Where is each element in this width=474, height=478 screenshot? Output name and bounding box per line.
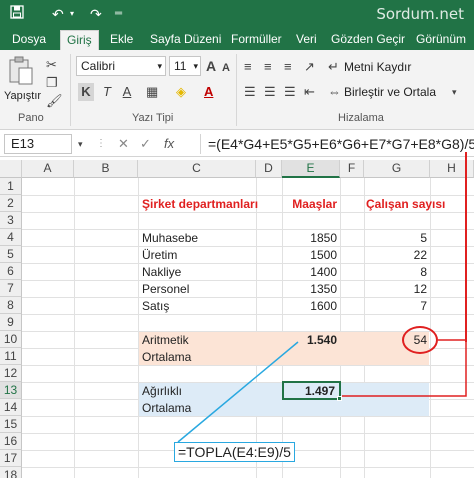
separator <box>200 134 201 154</box>
chevron-down-icon: ▾ <box>157 61 162 71</box>
align-bottom-icon[interactable]: ≡ <box>284 58 292 76</box>
font-group-label: Yazı Tipi <box>132 112 174 124</box>
align-left-icon[interactable]: ☰ <box>244 83 256 101</box>
customize-toolbar-icon[interactable]: ═ <box>115 5 122 23</box>
cancel-icon[interactable]: ✕ <box>118 135 129 153</box>
align-center-icon[interactable]: ☰ <box>264 83 276 101</box>
align-right-icon[interactable]: ☰ <box>284 83 296 101</box>
clipboard-group-label: Pano <box>18 112 44 124</box>
fill-color-icon[interactable]: ◈ <box>176 83 186 101</box>
title-bar: ↶ ▾ ↷ ═ Sordum.net <box>0 0 474 28</box>
watermark: Sordum.net <box>376 5 464 23</box>
font-size-field[interactable]: 11 ▾ <box>169 56 201 76</box>
format-painter-icon[interactable]: 🖌 <box>46 92 63 110</box>
merge-center-button[interactable]: Birleştir ve Ortala <box>344 82 436 102</box>
alignment-group-label: Hizalama <box>338 112 384 124</box>
name-box[interactable]: E13 <box>4 134 72 154</box>
grow-font-icon[interactable]: A <box>206 57 216 75</box>
tab-giris[interactable]: Giriş <box>60 30 99 50</box>
ribbon-tabs: Dosya Giriş Ekle Sayfa Düzeni Formüller … <box>0 28 474 50</box>
paste-icon[interactable] <box>8 56 34 89</box>
save-icon[interactable] <box>10 5 24 23</box>
tab-dosya[interactable]: Dosya <box>6 30 52 50</box>
font-name-value: Calibri <box>81 59 116 73</box>
wrap-text-button[interactable]: Metni Kaydır <box>344 57 411 77</box>
orientation-icon[interactable]: ↗ <box>304 58 315 76</box>
annotation-lines <box>177 339 467 443</box>
formula-callout: =TOPLA(E4:E9)/5 <box>174 442 295 462</box>
tab-sayfa-duzeni[interactable]: Sayfa Düzeni <box>144 30 227 50</box>
align-middle-icon[interactable]: ≡ <box>264 58 272 76</box>
redo-icon[interactable]: ↷ <box>90 5 102 23</box>
annotation-connector <box>465 152 467 342</box>
font-name-field[interactable]: Calibri ▾ <box>76 56 166 76</box>
font-size-value: 11 <box>174 59 187 73</box>
formula-bar: E13 ▾ ⋮ ✕ ✓ fx =(E4*G4+E5*G5+E6*G6+E7*G7… <box>0 131 474 157</box>
font-color-icon[interactable]: A <box>204 83 213 101</box>
formula-input[interactable]: =(E4*G4+E5*G5+E6*G6+E7*G7+E8*G8)/54 <box>208 134 474 154</box>
separator <box>70 54 71 126</box>
ribbon: Yapıştır ✂ ❐ 🖌 Pano Calibri ▾ 11 ▾ A A K T… <box>0 50 474 130</box>
cut-icon[interactable]: ✂ <box>46 56 57 74</box>
tab-ekle[interactable]: Ekle <box>104 30 139 50</box>
borders-icon[interactable]: ▦ <box>146 83 158 101</box>
merge-center-icon[interactable]: ⇔ <box>328 83 341 101</box>
separator <box>236 54 237 126</box>
more-icon: ⋮ <box>96 138 106 149</box>
chevron-down-icon[interactable]: ▾ <box>78 135 83 153</box>
underline-button[interactable]: A <box>120 83 134 101</box>
wrap-text-icon[interactable]: ↵ <box>328 58 339 76</box>
italic-button[interactable]: T <box>100 83 114 101</box>
chevron-down-icon[interactable]: ▾ <box>452 83 457 101</box>
undo-icon[interactable]: ↶ <box>52 5 64 23</box>
tab-formuller[interactable]: Formüller <box>225 30 288 50</box>
tab-gozden-gecir[interactable]: Gözden Geçir <box>325 30 411 50</box>
chevron-down-icon: ▾ <box>193 61 198 71</box>
undo-dropdown-icon[interactable]: ▾ <box>70 5 74 23</box>
enter-icon[interactable]: ✓ <box>140 135 151 153</box>
insert-function-icon[interactable]: fx <box>164 135 174 153</box>
shrink-font-icon[interactable]: A <box>222 59 230 77</box>
align-top-icon[interactable]: ≡ <box>244 58 252 76</box>
bold-button[interactable]: K <box>78 83 94 101</box>
paste-button[interactable]: Yapıştır <box>4 86 41 106</box>
tab-gorunum[interactable]: Görünüm <box>410 30 472 50</box>
indent-icon[interactable]: ⇤ <box>304 83 315 101</box>
spreadsheet-grid[interactable]: A B C D E F G H 1 2 3 4 5 6 7 8 9 10 11 … <box>0 160 474 478</box>
tab-veri[interactable]: Veri <box>290 30 323 50</box>
copy-icon[interactable]: ❐ <box>46 74 58 92</box>
